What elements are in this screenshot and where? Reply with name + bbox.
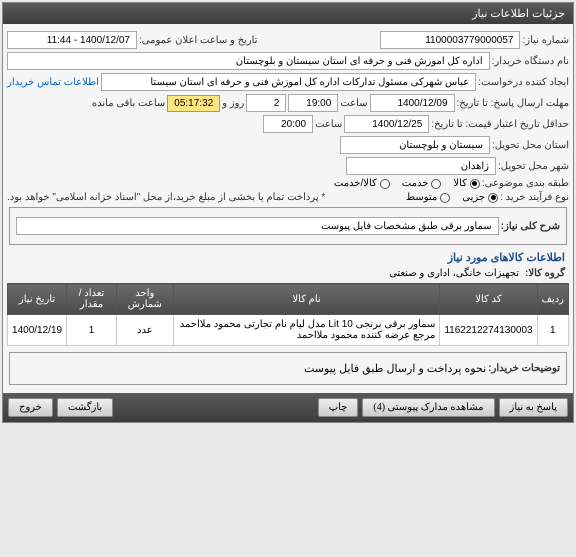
- buyer-notes-label: توضیحات خریدار:: [488, 363, 560, 374]
- panel-header: جزئیات اطلاعات نیاز: [3, 3, 573, 24]
- province-field: سیستان و بلوچستان: [340, 136, 490, 154]
- radio-dot-icon: [431, 179, 441, 189]
- th-name: نام کالا: [173, 284, 440, 315]
- th-date: تاریخ نیاز: [8, 284, 67, 315]
- city-field: زاهدان: [346, 157, 496, 175]
- group-label: گروه کالا:: [525, 268, 565, 279]
- radio-goods[interactable]: کالا: [453, 178, 480, 189]
- deadline-date-field: 1400/12/09: [370, 94, 455, 112]
- buyer-label: نام دستگاه خریدار:: [492, 56, 569, 67]
- validity-label: حداقل تاریخ اعتبار قیمت: تا تاریخ:: [431, 119, 569, 130]
- radio-dot-icon: [470, 179, 480, 189]
- contact-link[interactable]: اطلاعات تماس خریدار: [7, 77, 99, 88]
- category-radio-group: کالا خدمت کالا/خدمت: [334, 178, 480, 189]
- buyer-notes-value: نحوه پرداخت و ارسال طبق فایل پیوست: [304, 362, 486, 375]
- desc-section: شرح کلی نیاز: سماور برقی طبق مشخصات فایل…: [9, 207, 567, 245]
- buyer-field: اداره کل اموزش فنی و حرفه ای استان سیستا…: [7, 52, 490, 70]
- city-label: شهر محل تحویل:: [498, 161, 569, 172]
- buyer-notes-section: توضیحات خریدار: نحوه پرداخت و ارسال طبق …: [9, 352, 567, 385]
- exit-button[interactable]: خروج: [8, 398, 53, 417]
- goods-section-title: اطلاعات کالاهای مورد نیاز: [11, 251, 565, 264]
- category-label: طبقه بندی موضوعی:: [482, 178, 569, 189]
- creator-label: ایجاد کننده درخواست:: [478, 77, 569, 88]
- td-date: 1400/12/19: [8, 315, 67, 346]
- print-button[interactable]: چاپ: [318, 398, 359, 417]
- td-qty: 1: [67, 315, 117, 346]
- button-bar: پاسخ به نیاز مشاهده مدارک پیوستی (4) چاپ…: [3, 393, 573, 422]
- desc-label: شرح کلی نیاز:: [501, 221, 560, 232]
- details-panel: جزئیات اطلاعات نیاز شماره نیاز: 11000037…: [2, 2, 574, 423]
- deadline-label: مهلت ارسال پاسخ: تا تاریخ:: [457, 98, 569, 109]
- td-name: سماور برقی برنجی 10 Lit مدل لیام نام تجا…: [173, 315, 440, 346]
- table-header-row: ردیف کد کالا نام کالا واحد شمارش تعداد /…: [8, 284, 569, 315]
- process-radio-group: جزیی متوسط: [406, 192, 498, 203]
- province-label: استان محل تحویل:: [492, 140, 569, 151]
- goods-table: ردیف کد کالا نام کالا واحد شمارش تعداد /…: [7, 283, 569, 346]
- time-label-1: ساعت: [340, 98, 367, 109]
- radio-service-label: خدمت: [402, 178, 429, 189]
- need-number-field: 1100003779000057: [380, 31, 520, 49]
- th-code: کد کالا: [440, 284, 537, 315]
- process-label: نوع فرآیند خرید :: [500, 192, 569, 203]
- td-code: 1162212274130003: [440, 315, 537, 346]
- need-number-label: شماره نیاز:: [522, 35, 569, 46]
- radio-goods-service-label: کالا/خدمت: [334, 178, 377, 189]
- validity-date-field: 1400/12/25: [344, 115, 429, 133]
- respond-button[interactable]: پاسخ به نیاز: [499, 398, 569, 417]
- td-unit: عدد: [116, 315, 173, 346]
- payment-note: * پرداخت تمام یا بخشی از مبلغ خرید،از مح…: [7, 192, 325, 203]
- th-row: ردیف: [537, 284, 568, 315]
- countdown-field: 05:17:32: [167, 95, 220, 112]
- days-field: 2: [246, 94, 286, 112]
- th-unit: واحد شمارش: [116, 284, 173, 315]
- group-value: تجهیزات خانگی، اداری و صنعتی: [389, 268, 519, 279]
- announce-datetime-field: 1400/12/07 - 11:44: [7, 31, 137, 49]
- table-row: 1 1162212274130003 سماور برقی برنجی 10 L…: [8, 315, 569, 346]
- remaining-label: ساعت باقی مانده: [92, 98, 165, 109]
- validity-time-field: 20:00: [263, 115, 313, 133]
- back-button[interactable]: بازگشت: [57, 398, 113, 417]
- time-label-2: ساعت: [315, 119, 342, 130]
- panel-content: شماره نیاز: 1100003779000057 تاریخ و ساع…: [3, 24, 573, 393]
- radio-medium[interactable]: متوسط: [406, 192, 450, 203]
- days-label: روز و: [222, 98, 244, 109]
- radio-small[interactable]: جزیی: [462, 192, 498, 203]
- creator-field: عباس شهرکی مسئول تدارکات اداره کل اموزش …: [101, 73, 476, 91]
- desc-field: سماور برقی طبق مشخصات فایل پیوست: [16, 217, 499, 235]
- radio-medium-label: متوسط: [406, 192, 437, 203]
- deadline-time-field: 19:00: [288, 94, 338, 112]
- th-qty: تعداد / مقدار: [67, 284, 117, 315]
- radio-goods-service[interactable]: کالا/خدمت: [334, 178, 390, 189]
- radio-service[interactable]: خدمت: [402, 178, 442, 189]
- attachments-button[interactable]: مشاهده مدارک پیوستی (4): [362, 398, 494, 417]
- radio-dot-icon: [380, 179, 390, 189]
- announce-label: تاریخ و ساعت اعلان عمومی:: [139, 35, 258, 46]
- radio-goods-label: کالا: [453, 178, 467, 189]
- td-row: 1: [537, 315, 568, 346]
- radio-dot-icon: [488, 193, 498, 203]
- radio-dot-icon: [440, 193, 450, 203]
- radio-small-label: جزیی: [462, 192, 485, 203]
